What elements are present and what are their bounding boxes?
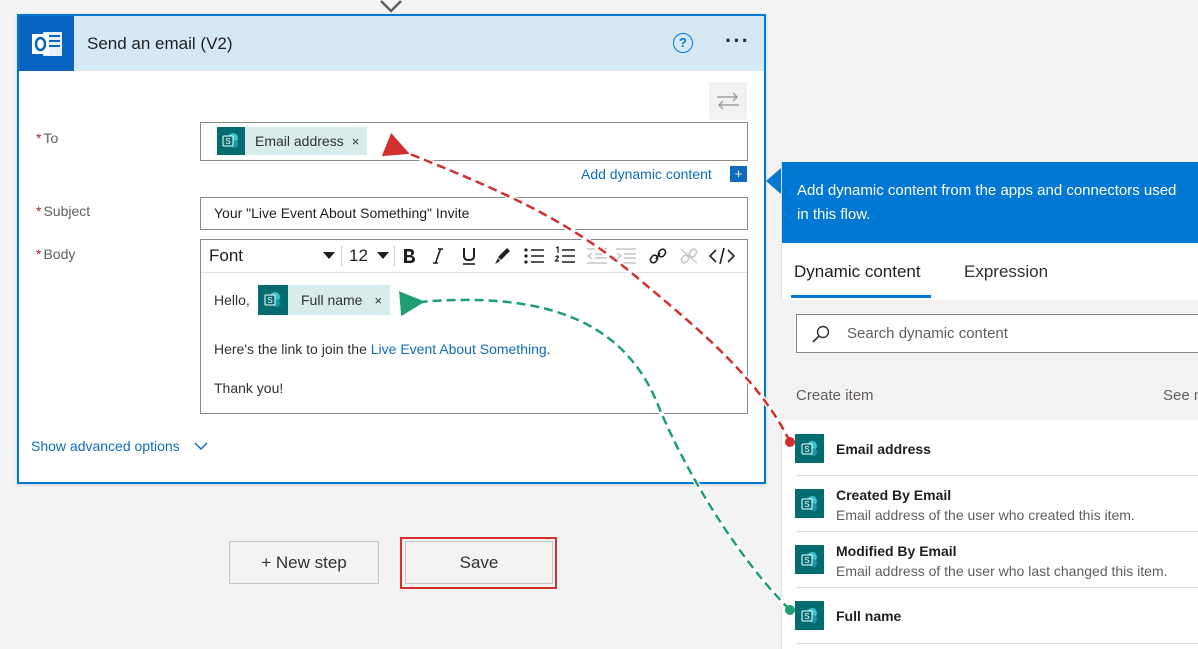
panel-header: Add dynamic content from the apps and co… <box>782 162 1198 243</box>
font-size-dropdown[interactable]: 12 <box>349 244 389 268</box>
to-field[interactable]: S Email address × <box>200 122 748 161</box>
body-closing: Thank you! <box>214 380 284 396</box>
card-title: Send an email (V2) <box>87 34 233 53</box>
send-email-action-card: Send an email (V2) ? ··· * To S Email add… <box>17 14 766 484</box>
add-dynamic-content-link[interactable]: Add dynamic content <box>581 166 712 182</box>
svg-text:S: S <box>225 137 230 146</box>
dynamic-item-email-address[interactable]: S Email address <box>795 420 1198 476</box>
new-step-button[interactable]: + New step <box>229 541 379 584</box>
card-header[interactable]: Send an email (V2) ? ··· <box>19 16 764 71</box>
dynamic-item-description: Email address of the user who last chang… <box>836 563 1168 579</box>
tab-dynamic-content[interactable]: Dynamic content <box>794 262 921 282</box>
dynamic-item-created-by-email[interactable]: S Created By Email Email address of the … <box>795 476 1198 532</box>
sharepoint-icon: S <box>795 601 824 630</box>
toolbar-divider <box>341 246 342 266</box>
subject-input[interactable]: Your "Live Event About Something" Invite <box>200 197 748 230</box>
dynamic-item-title: Email address <box>836 441 931 457</box>
bold-icon[interactable] <box>400 247 418 265</box>
see-more-link[interactable]: See more <box>1163 387 1198 404</box>
chevron-down-icon <box>194 442 208 451</box>
decrease-indent-icon[interactable] <box>586 246 608 266</box>
font-family-dropdown[interactable]: Font <box>209 244 335 268</box>
dynamic-item-title: Modified By Email <box>836 543 957 559</box>
svg-text:S: S <box>804 612 809 621</box>
body-label: * Body <box>36 246 76 262</box>
search-icon <box>812 325 830 343</box>
dynamic-item-description: Email address of the user who created th… <box>836 507 1135 523</box>
body-link-line: Here's the link to join the Live Event A… <box>214 341 551 357</box>
subject-label: * Subject <box>36 203 91 219</box>
body-editor[interactable]: Font 12 Hello, S Full name × Here's the … <box>200 239 748 414</box>
sharepoint-icon: S <box>795 545 824 574</box>
sharepoint-icon: S <box>258 285 288 315</box>
sharepoint-icon: S <box>217 127 245 155</box>
section-title: Create item <box>796 387 874 404</box>
dynamic-item-modified-by-email[interactable]: S Modified By Email Email address of the… <box>795 532 1198 588</box>
help-icon[interactable]: ? <box>673 33 693 53</box>
flow-connector-arrow-icon <box>380 0 402 13</box>
outlook-icon <box>19 16 74 71</box>
panel-pointer <box>766 168 781 194</box>
toolbar-divider <box>394 246 395 266</box>
unlink-icon[interactable] <box>678 246 700 266</box>
show-advanced-options-link[interactable]: Show advanced options <box>31 438 208 454</box>
link-icon[interactable] <box>647 246 669 266</box>
chevron-down-icon <box>323 252 335 259</box>
required-marker: * <box>36 130 42 146</box>
event-link[interactable]: Live Event About Something <box>371 341 547 357</box>
remove-token-icon[interactable]: × <box>352 134 360 149</box>
divider <box>795 643 1198 644</box>
rich-text-toolbar: Font 12 <box>201 240 747 273</box>
full-name-token[interactable]: S Full name × <box>258 285 391 315</box>
to-label: * To <box>36 130 59 146</box>
svg-text:S: S <box>804 445 809 454</box>
code-view-icon[interactable] <box>709 246 735 266</box>
search-placeholder: Search dynamic content <box>847 325 1008 342</box>
email-address-token[interactable]: S Email address × <box>217 127 368 155</box>
more-options-icon[interactable]: ··· <box>725 28 750 54</box>
save-highlight-box <box>400 537 557 589</box>
underline-icon[interactable] <box>460 246 478 266</box>
remove-token-icon[interactable]: × <box>374 293 382 308</box>
active-tab-indicator <box>791 295 931 298</box>
dynamic-item-title: Created By Email <box>836 487 952 503</box>
sharepoint-icon: S <box>795 434 824 463</box>
required-marker: * <box>36 246 42 262</box>
dynamic-item-full-name[interactable]: S Full name <box>795 588 1198 644</box>
svg-text:S: S <box>804 500 809 509</box>
font-color-icon[interactable] <box>492 246 512 266</box>
italic-icon[interactable] <box>430 247 446 265</box>
sharepoint-icon: S <box>795 489 824 518</box>
svg-text:S: S <box>267 296 272 305</box>
switch-mode-button[interactable] <box>709 82 747 120</box>
dynamic-item-title: Full name <box>836 608 902 624</box>
svg-text:S: S <box>804 556 809 565</box>
required-marker: * <box>36 203 42 219</box>
bulleted-list-icon[interactable] <box>523 246 545 266</box>
swap-arrows-icon <box>717 92 739 110</box>
numbered-list-icon[interactable] <box>554 246 576 266</box>
add-dynamic-content-plus-icon[interactable]: + <box>730 166 747 182</box>
chevron-down-icon <box>377 252 389 259</box>
body-greeting: Hello, <box>214 292 250 308</box>
increase-indent-icon[interactable] <box>615 246 637 266</box>
tab-expression[interactable]: Expression <box>964 262 1048 282</box>
